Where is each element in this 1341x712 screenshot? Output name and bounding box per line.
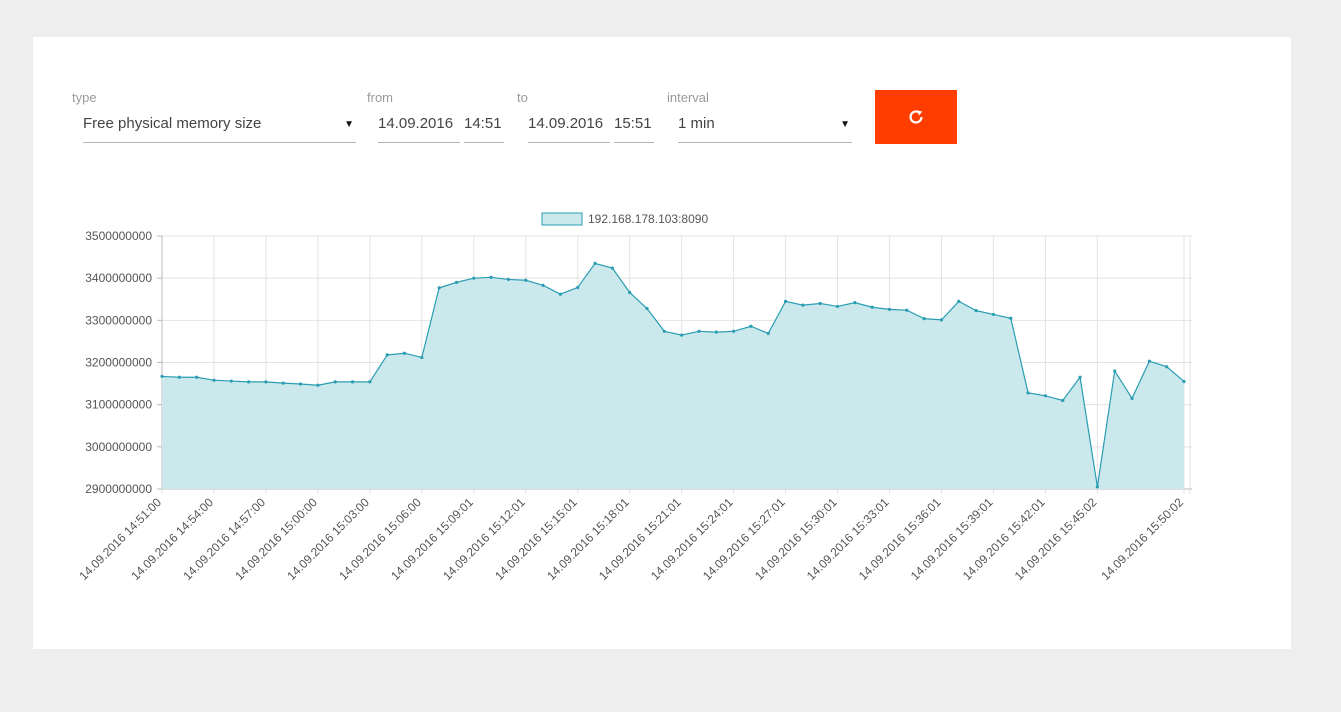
data-point <box>576 285 580 290</box>
data-point <box>333 380 337 384</box>
data-point <box>298 382 303 386</box>
data-point <box>1009 316 1013 320</box>
data-point <box>1182 379 1186 384</box>
data-point <box>905 308 909 312</box>
series-area <box>162 263 1184 489</box>
legend-swatch <box>541 212 583 226</box>
data-point <box>1113 369 1117 373</box>
data-point <box>628 290 632 295</box>
data-point <box>316 383 320 387</box>
data-point <box>957 299 961 303</box>
x-tick-label: 14.09.2016 15:50:02 <box>1098 495 1186 583</box>
data-point <box>870 305 874 309</box>
data-point <box>368 380 372 384</box>
data-point <box>749 324 753 328</box>
data-point <box>801 303 805 307</box>
data-point <box>402 351 407 355</box>
data-point <box>818 301 822 306</box>
data-point <box>1026 391 1030 395</box>
data-point <box>1095 485 1099 489</box>
data-point <box>1147 359 1151 363</box>
data-point <box>593 261 597 266</box>
y-tick-label: 3500000000 <box>85 229 152 243</box>
data-point <box>662 329 666 333</box>
main-card: type Free physical memory size ▼ from 14… <box>33 37 1291 649</box>
data-point <box>887 307 892 311</box>
y-tick-label: 2900000000 <box>85 482 152 496</box>
data-point <box>766 331 770 335</box>
data-point <box>229 379 233 383</box>
data-point <box>350 380 355 384</box>
data-point <box>922 317 926 321</box>
data-point <box>1078 375 1082 379</box>
data-point <box>1061 398 1065 403</box>
data-point <box>541 283 545 287</box>
data-point <box>264 380 268 384</box>
data-point <box>1165 365 1169 369</box>
data-point <box>939 318 944 322</box>
data-point <box>524 278 528 282</box>
y-tick-label: 3200000000 <box>85 356 152 370</box>
data-point <box>281 381 285 385</box>
data-point <box>454 280 459 284</box>
y-tick-label: 3000000000 <box>85 440 152 454</box>
data-point <box>714 330 718 334</box>
data-point <box>783 299 788 303</box>
data-point <box>732 329 736 333</box>
data-point <box>558 292 563 296</box>
data-point <box>437 286 441 290</box>
data-point <box>1043 394 1048 398</box>
data-point <box>991 312 996 317</box>
data-point <box>247 380 251 384</box>
data-point <box>212 378 216 382</box>
data-point <box>835 304 840 309</box>
legend-label: 192.168.178.103:8090 <box>588 212 708 226</box>
data-point <box>177 375 181 379</box>
chart-container: 3500000000 3400000000 3300000000 3200000000… <box>33 37 1291 649</box>
data-point <box>160 374 164 379</box>
data-point <box>385 353 389 357</box>
data-point <box>645 306 649 311</box>
data-point <box>680 333 684 337</box>
y-tick-label: 3100000000 <box>85 398 152 412</box>
memory-chart: 3500000000 3400000000 3300000000 3200000000… <box>76 212 1192 583</box>
y-tick-label: 3400000000 <box>85 271 152 285</box>
y-tick-label: 3300000000 <box>85 313 152 327</box>
data-point <box>1130 396 1134 400</box>
data-point <box>472 276 476 280</box>
data-point <box>195 375 199 379</box>
data-point <box>974 309 978 313</box>
data-point <box>697 329 701 333</box>
data-point <box>853 301 857 305</box>
data-point <box>489 275 493 279</box>
data-point <box>506 277 511 282</box>
data-point <box>420 355 424 360</box>
data-point <box>610 266 614 270</box>
